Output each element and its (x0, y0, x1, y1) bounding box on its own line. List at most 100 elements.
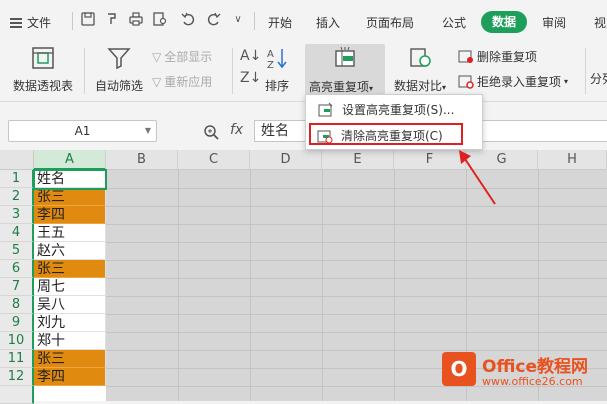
gridline (106, 242, 607, 243)
data-compare-button[interactable]: 数据对比▾ (392, 46, 448, 94)
cell-a10[interactable]: 郑十 (34, 332, 106, 350)
divider (254, 12, 255, 30)
gridline (250, 170, 251, 401)
cell-a11[interactable]: 张三 (34, 350, 106, 368)
set-highlight-duplicates-item[interactable]: 设置高亮重复项(S)... (312, 99, 476, 121)
watermark-url: www.office26.com (482, 375, 583, 388)
reject-duplicates-label: 拒绝录入重复项 (477, 75, 562, 89)
split-columns-button[interactable]: 分列 (590, 70, 607, 87)
filter-icon (107, 48, 131, 70)
cell-a3[interactable]: 李四 (34, 206, 106, 224)
print-preview-icon[interactable] (152, 12, 168, 28)
hamburger-icon (10, 17, 22, 28)
chevron-down-icon[interactable]: ∨ (230, 12, 246, 28)
divider (232, 48, 233, 94)
column-header-h[interactable]: H (538, 150, 607, 170)
column-header-a[interactable]: A (34, 150, 106, 170)
file-menu[interactable]: 文件 (10, 14, 51, 31)
clear-highlight-duplicates-item[interactable]: 清除高亮重复项(C) (309, 123, 463, 145)
save-icon[interactable] (80, 12, 96, 28)
pivot-table-button[interactable]: 数据透视表 (10, 46, 76, 94)
reapply-icon: ▽ (152, 74, 162, 89)
tab-view[interactable]: 视 (594, 14, 606, 31)
gridline (106, 188, 607, 189)
row-header[interactable]: 3 (0, 206, 34, 224)
cell-a4[interactable]: 王五 (34, 224, 106, 242)
tab-home[interactable]: 开始 (268, 14, 292, 31)
cell-a8[interactable]: 吴八 (34, 296, 106, 314)
column-header-c[interactable]: C (178, 150, 250, 170)
tab-data[interactable]: 数据 (481, 11, 527, 33)
cell-a7[interactable]: 周七 (34, 278, 106, 296)
row-header[interactable]: 6 (0, 260, 34, 278)
ribbon: 数据透视表 自动筛选 ▽ 全部显示 ▽ 重新应用 A↓ Z↓ AZ 排序 高亮重… (0, 40, 607, 102)
row-header[interactable] (0, 386, 34, 404)
gridline (106, 314, 607, 315)
row-header[interactable]: 12 (0, 368, 34, 386)
cell-a5[interactable]: 赵六 (34, 242, 106, 260)
row-header[interactable]: 8 (0, 296, 34, 314)
gridline (106, 206, 607, 207)
row-header[interactable]: 1 (0, 170, 34, 188)
fx-icon[interactable]: fx (230, 122, 243, 138)
reapply-label: 重新应用 (164, 75, 213, 89)
active-cell-border (33, 169, 107, 190)
reject-duplicates-button[interactable]: 拒绝录入重复项 ▾ (458, 73, 568, 90)
show-all-button[interactable]: ▽ 全部显示 (152, 48, 212, 65)
divider (585, 48, 586, 94)
set-highlight-label: 设置高亮重复项(S)... (342, 103, 455, 117)
row-header[interactable]: 7 (0, 278, 34, 296)
divider (72, 12, 73, 30)
redo-icon[interactable] (206, 12, 222, 28)
sort-desc-icon[interactable]: Z↓ (240, 70, 261, 86)
sort-button[interactable]: AZ 排序 (262, 46, 292, 94)
delete-duplicates-label: 删除重复项 (477, 50, 538, 64)
gridline (106, 278, 607, 279)
cell-a12[interactable]: 李四 (34, 368, 106, 386)
set-highlight-icon (318, 102, 333, 117)
cell-a2[interactable]: 张三 (34, 188, 106, 206)
row-header[interactable]: 2 (0, 188, 34, 206)
gridline (322, 170, 323, 401)
column-header-b[interactable]: B (106, 150, 178, 170)
chevron-down-icon[interactable]: ▼ (145, 121, 151, 141)
name-box[interactable]: A1 ▼ (8, 120, 157, 142)
autofilter-button[interactable]: 自动筛选 (92, 46, 146, 94)
row-header[interactable]: 4 (0, 224, 34, 242)
show-all-icon: ▽ (152, 49, 162, 64)
sort-asc-icon[interactable]: A↓ (240, 48, 261, 64)
reapply-button[interactable]: ▽ 重新应用 (152, 73, 212, 90)
column-header-d[interactable]: D (250, 150, 322, 170)
row-header[interactable]: 11 (0, 350, 34, 368)
undo-icon[interactable] (180, 12, 196, 28)
svg-text:Z: Z (267, 60, 274, 70)
highlight-duplicates-dropdown: 设置高亮重复项(S)... 清除高亮重复项(C) (305, 94, 483, 150)
gridline (394, 170, 395, 401)
tab-insert[interactable]: 插入 (316, 14, 340, 31)
cell-a6[interactable]: 张三 (34, 260, 106, 278)
divider (84, 48, 85, 94)
tab-review[interactable]: 审阅 (542, 14, 566, 31)
annotation-arrow-icon (459, 150, 496, 205)
column-header-e[interactable]: E (322, 150, 394, 170)
gridline (178, 170, 179, 401)
zoom-search-icon[interactable] (203, 124, 219, 144)
watermark-title: Office教程网 (482, 357, 589, 377)
tab-page-layout[interactable]: 页面布局 (366, 14, 414, 31)
cell-a9[interactable]: 刘九 (34, 314, 106, 332)
tab-formulas[interactable]: 公式 (442, 14, 466, 31)
svg-text:A: A (267, 49, 274, 60)
autofilter-label: 自动筛选 (94, 79, 143, 93)
data-compare-icon (410, 48, 431, 67)
pivot-table-icon (32, 47, 54, 69)
select-all-corner[interactable] (0, 150, 34, 170)
format-painter-icon[interactable] (104, 12, 120, 28)
row-header[interactable]: 5 (0, 242, 34, 260)
row-header[interactable]: 9 (0, 314, 34, 332)
row-header[interactable]: 10 (0, 332, 34, 350)
highlight-duplicates-button[interactable]: 高亮重复项▾ (305, 44, 385, 98)
delete-duplicates-button[interactable]: 删除重复项 (458, 48, 537, 65)
print-icon[interactable] (128, 12, 144, 28)
chevron-down-icon: ▾ (564, 77, 569, 86)
gridline (106, 296, 607, 297)
